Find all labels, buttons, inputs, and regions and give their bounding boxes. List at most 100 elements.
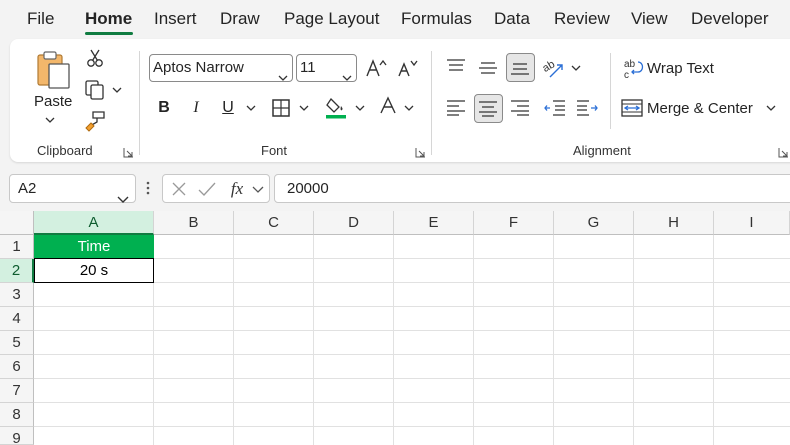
orientation-icon[interactable]: ab [541, 55, 567, 81]
cell-a2[interactable]: 20 s [34, 259, 154, 283]
clipboard-group-label: Clipboard [37, 143, 93, 158]
format-painter-icon[interactable] [82, 109, 108, 133]
row-header-6[interactable]: 6 [0, 355, 34, 379]
column-header-h[interactable]: H [634, 211, 714, 235]
column-header-d[interactable]: D [314, 211, 394, 235]
tab-page-layout[interactable]: Page Layout [284, 9, 379, 29]
decrease-font-size-icon[interactable] [396, 56, 420, 80]
tab-data[interactable]: Data [494, 9, 530, 29]
clipboard-launcher-icon[interactable] [123, 145, 134, 158]
select-all-corner[interactable] [0, 211, 34, 235]
font-size-combo[interactable]: 11 [296, 54, 357, 82]
tab-draw[interactable]: Draw [220, 9, 260, 29]
borders-icon[interactable] [269, 96, 293, 120]
row-header-2[interactable]: 2 [0, 259, 34, 283]
formula-input[interactable]: 20000 [274, 174, 790, 203]
align-center-icon [476, 98, 500, 120]
column-header-b[interactable]: B [154, 211, 234, 235]
copy-icon[interactable] [82, 78, 108, 102]
column-header-e[interactable]: E [394, 211, 474, 235]
italic-icon[interactable]: I [185, 97, 207, 119]
gridline [713, 235, 714, 445]
cut-icon[interactable] [84, 47, 106, 69]
spreadsheet-grid[interactable]: A B C D E F G H I 1 2 3 4 5 6 7 8 9 Time… [0, 211, 790, 445]
bold-icon[interactable]: B [153, 97, 175, 119]
gridline [233, 235, 234, 445]
cancel-icon[interactable] [169, 179, 189, 199]
font-size-chevron-icon [342, 64, 352, 90]
active-tab-indicator [85, 32, 133, 35]
column-header-c[interactable]: C [234, 211, 314, 235]
insert-function-icon[interactable]: fx [226, 178, 248, 200]
align-top-icon[interactable] [444, 55, 468, 77]
gridline [34, 378, 790, 379]
column-header-g[interactable]: G [554, 211, 634, 235]
enter-check-icon[interactable] [196, 179, 218, 199]
align-middle-icon[interactable] [476, 57, 500, 79]
wrap-text-button[interactable]: Wrap Text [647, 60, 714, 77]
increase-indent-icon[interactable] [575, 97, 599, 119]
paste-dropdown-chevron-icon[interactable] [44, 115, 56, 125]
underline-dropdown-chevron-icon[interactable] [245, 103, 257, 113]
tab-home[interactable]: Home [85, 9, 132, 29]
gridline [34, 402, 790, 403]
borders-dropdown-chevron-icon[interactable] [298, 103, 310, 113]
increase-font-size-icon[interactable] [364, 56, 388, 80]
cell-a1[interactable]: Time [34, 235, 154, 259]
alignment-launcher-icon[interactable] [778, 145, 789, 158]
tab-developer[interactable]: Developer [691, 9, 769, 29]
group-separator [610, 53, 611, 129]
row-header-7[interactable]: 7 [0, 379, 34, 403]
row-header-3[interactable]: 3 [0, 283, 34, 307]
font-name-chevron-icon [278, 64, 288, 90]
tab-file[interactable]: File [27, 9, 54, 29]
row-header-4[interactable]: 4 [0, 307, 34, 331]
menu-tabs: File Home Insert Draw Page Layout Formul… [0, 0, 790, 38]
gridline [34, 426, 790, 427]
fill-color-icon[interactable] [323, 94, 349, 120]
formula-value: 20000 [287, 180, 329, 197]
merge-center-dropdown-chevron-icon[interactable] [765, 103, 777, 113]
tab-insert[interactable]: Insert [154, 9, 197, 29]
gridline [393, 235, 394, 445]
wrap-text-icon[interactable]: ab c [622, 57, 646, 81]
decrease-indent-icon[interactable] [543, 97, 567, 119]
formula-bar-grip-icon[interactable] [143, 178, 153, 198]
tab-view[interactable]: View [631, 9, 668, 29]
svg-text:ab: ab [624, 59, 636, 70]
gridline [34, 330, 790, 331]
column-header-a[interactable]: A [34, 211, 154, 235]
row-header-1[interactable]: 1 [0, 235, 34, 259]
font-launcher-icon[interactable] [415, 145, 426, 158]
align-bottom-icon [508, 58, 532, 80]
row-header-8[interactable]: 8 [0, 403, 34, 427]
name-box[interactable]: A2 [9, 174, 136, 203]
tab-formulas[interactable]: Formulas [401, 9, 472, 29]
font-color-icon[interactable] [377, 95, 399, 119]
row-header-9[interactable]: 9 [0, 427, 34, 445]
font-color-dropdown-chevron-icon[interactable] [403, 103, 415, 113]
underline-icon[interactable]: U [217, 97, 239, 119]
fill-color-dropdown-chevron-icon[interactable] [354, 103, 366, 113]
gridline [473, 235, 474, 445]
align-left-icon[interactable] [444, 97, 468, 119]
gridline [34, 306, 790, 307]
name-box-value: A2 [18, 180, 37, 197]
merge-center-button[interactable]: Merge & Center [647, 100, 753, 117]
align-right-icon[interactable] [508, 97, 532, 119]
group-separator [139, 51, 140, 155]
column-header-f[interactable]: F [474, 211, 554, 235]
orientation-dropdown-chevron-icon[interactable] [570, 63, 582, 73]
row-header-5[interactable]: 5 [0, 331, 34, 355]
font-size-value: 11 [300, 59, 316, 76]
merge-center-icon[interactable] [620, 96, 644, 120]
paste-icon[interactable] [34, 49, 74, 91]
column-header-i[interactable]: I [714, 211, 790, 235]
tab-review[interactable]: Review [554, 9, 610, 29]
font-name-value: Aptos Narrow [153, 59, 244, 76]
font-name-combo[interactable]: Aptos Narrow [149, 54, 293, 82]
font-group-label: Font [261, 143, 288, 158]
paste-button[interactable]: Paste [34, 93, 72, 110]
copy-dropdown-chevron-icon[interactable] [111, 85, 123, 95]
formula-actions-chevron-icon[interactable] [251, 184, 265, 194]
